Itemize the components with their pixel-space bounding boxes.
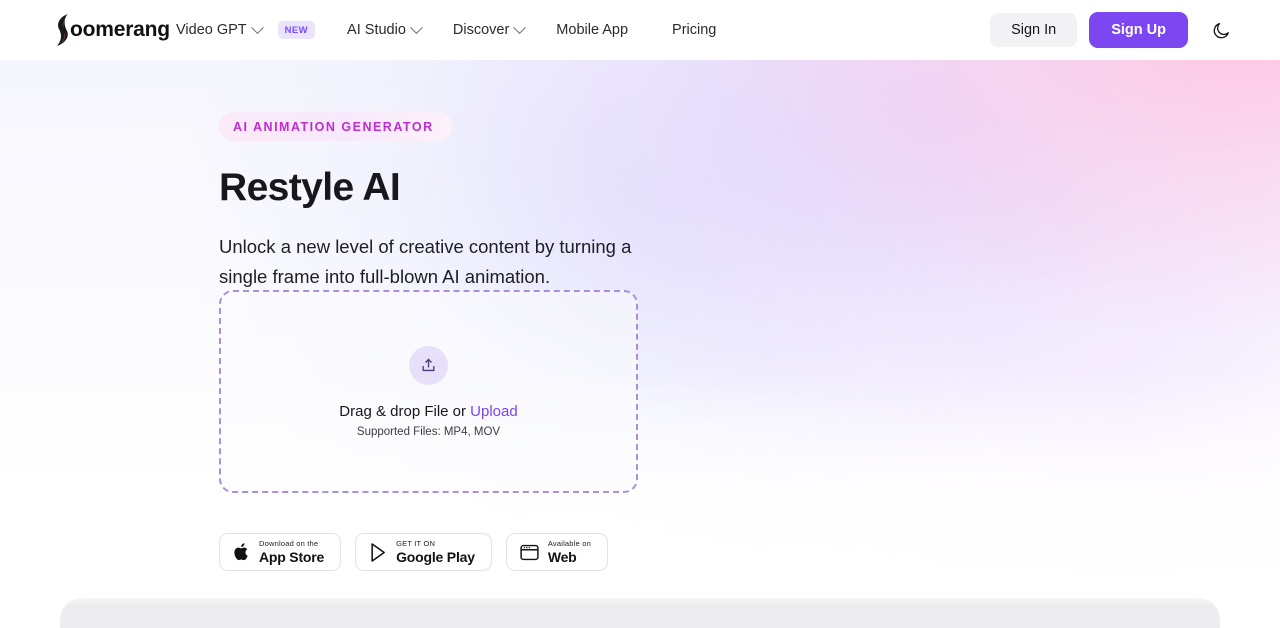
upload-icon-circle — [409, 345, 448, 385]
store-subtitle: Download on the — [259, 538, 319, 548]
bottom-panel-fade — [0, 590, 1280, 606]
sign-up-button[interactable]: Sign Up — [1089, 12, 1188, 48]
site-header: oomerang Video GPT NEW AI Studio Discove… — [0, 0, 1280, 60]
store-label-group: Download on the App Store — [259, 540, 324, 565]
nav-item-video-gpt[interactable]: Video GPT NEW — [176, 20, 316, 39]
google-play-button[interactable]: GET IT ON Google Play — [355, 533, 492, 571]
upload-icon — [422, 358, 435, 371]
nav-item-label: Pricing — [672, 22, 717, 38]
store-label-group: Available on Web — [548, 540, 591, 565]
dropzone-label: Drag & drop File or Upload — [339, 403, 517, 420]
store-label-group: GET IT ON Google Play — [396, 540, 475, 565]
page-root: oomerang Video GPT NEW AI Studio Discove… — [0, 0, 1280, 628]
new-badge: NEW — [277, 21, 316, 39]
apple-icon — [234, 543, 248, 561]
dropzone-text: Drag & drop File or — [339, 402, 471, 420]
nav-item-label: AI Studio — [347, 22, 406, 38]
store-subtitle: GET IT ON — [396, 538, 436, 548]
header-actions: Sign In Sign Up — [990, 0, 1236, 60]
hero-section: AI ANIMATION GENERATOR Restyle AI Unlock… — [219, 60, 779, 292]
nav-item-label: Video GPT — [176, 22, 247, 38]
logo[interactable]: oomerang — [50, 12, 170, 48]
store-badges: Download on the App Store GET IT ON Goog… — [219, 533, 608, 571]
store-subtitle: Available on — [547, 538, 591, 548]
nav-item-pricing[interactable]: Pricing — [672, 22, 716, 38]
boomerang-swoosh-icon — [50, 13, 76, 47]
chevron-down-icon — [250, 20, 264, 34]
chevron-down-icon — [410, 20, 423, 34]
nav-item-mobile-app[interactable]: Mobile App — [556, 22, 628, 38]
google-play-icon — [371, 542, 385, 562]
web-button[interactable]: Available on Web — [505, 533, 608, 571]
browser-icon — [520, 544, 539, 560]
hero-background-fade — [0, 370, 1280, 600]
nav-item-ai-studio[interactable]: AI Studio — [347, 20, 423, 38]
dropzone-supported-files: Supported Files: MP4, MOV — [356, 425, 501, 438]
store-title: Google Play — [396, 549, 475, 566]
nav-item-label: Discover — [452, 22, 510, 38]
hero-subtitle: Unlock a new level of creative content b… — [219, 235, 632, 287]
app-store-button[interactable]: Download on the App Store — [219, 533, 342, 571]
sign-in-button[interactable]: Sign In — [990, 13, 1078, 47]
moon-icon — [1213, 22, 1229, 38]
nav-item-discover[interactable]: Discover — [452, 20, 527, 38]
store-title: App Store — [259, 549, 325, 566]
main-nav: Video GPT NEW AI Studio Discover Mobile … — [176, 0, 716, 60]
page-title: Restyle AI — [219, 166, 401, 209]
file-dropzone[interactable]: Drag & drop File or Upload Supported Fil… — [219, 290, 638, 493]
logo-text: oomerang — [70, 18, 170, 41]
upload-link[interactable]: Upload — [470, 403, 518, 420]
nav-item-label: Mobile App — [556, 22, 629, 38]
theme-toggle-button[interactable] — [1206, 15, 1236, 45]
store-title: Web — [547, 549, 577, 566]
hero-eyebrow-badge: AI ANIMATION GENERATOR — [219, 112, 452, 141]
chevron-down-icon — [513, 20, 527, 34]
